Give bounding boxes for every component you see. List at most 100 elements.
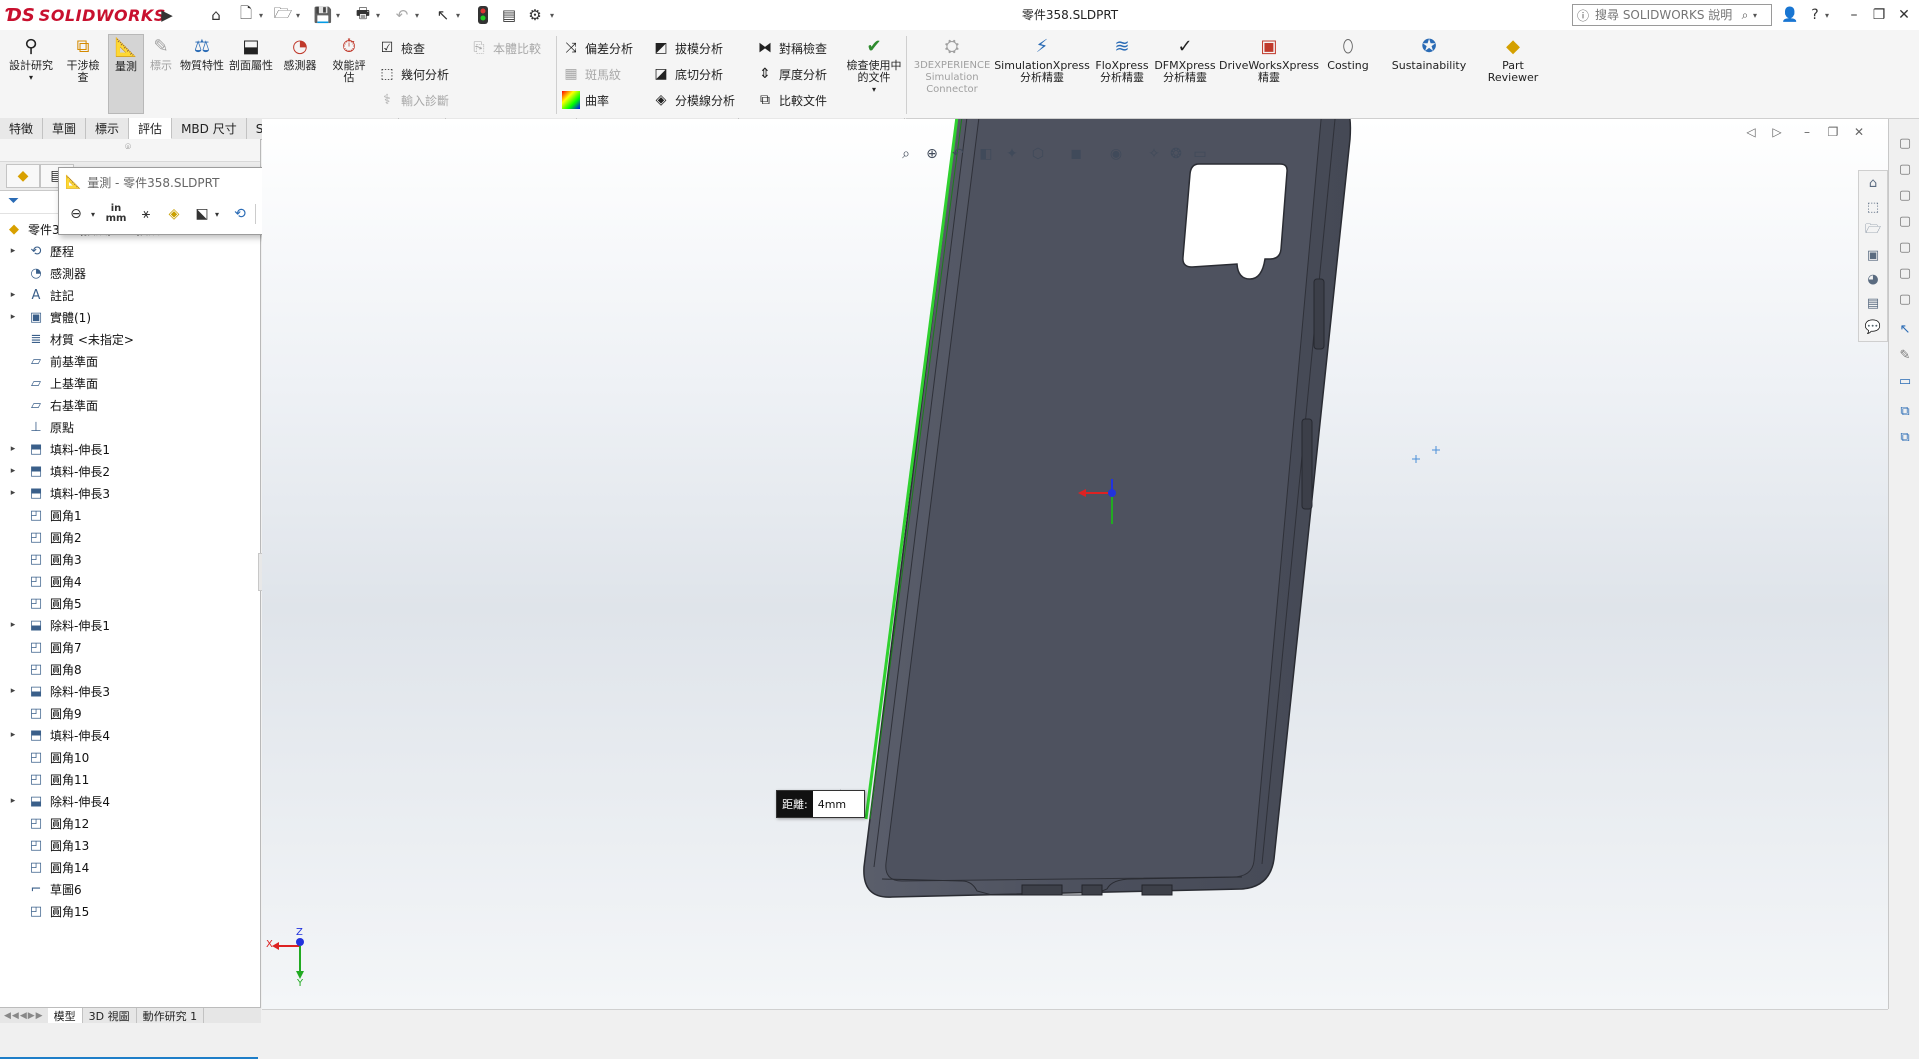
tree-item[interactable]: ◰ 圓角4 — [0, 570, 258, 592]
restore-document-icon[interactable]: ❐ — [1822, 123, 1844, 141]
new-document-icon[interactable]: 🗋 — [235, 4, 257, 25]
solidworks-logo[interactable]: ƊS SOLIDWORKS — [6, 2, 165, 28]
tp-sketch-icon[interactable]: ✎ — [1894, 345, 1916, 365]
tree-item[interactable]: ◰ 圓角2 — [0, 526, 258, 548]
import-diagnostics-button[interactable]: ⚕ 輸入診斷 — [378, 88, 449, 112]
tree-item[interactable]: ◰ 圓角12 — [0, 812, 258, 834]
compare-documents-button[interactable]: ⧉ 比較文件 — [756, 88, 827, 112]
tree-item[interactable]: ▸ ⬒ 填料-伸長1 — [0, 438, 258, 460]
tp-icon-3-icon[interactable]: ▢ — [1894, 185, 1916, 205]
curvature-button[interactable]: 曲率 — [562, 88, 609, 112]
expand-arrow-icon[interactable]: ▸ — [7, 312, 19, 322]
prev-window-icon[interactable]: ◁ — [1740, 123, 1762, 141]
options-gear-icon[interactable]: ⚙ — [524, 5, 546, 25]
tree-item[interactable]: ▸ ⬒ 填料-伸長2 — [0, 460, 258, 482]
bottom-tab-0[interactable]: 模型 — [47, 1008, 83, 1023]
view-orientation-icon[interactable]: ⬡ — [1026, 143, 1050, 165]
show-xyz-measurements-icon[interactable]: ⚹ — [133, 202, 159, 226]
view-palette-icon[interactable]: ▣ — [1862, 245, 1884, 265]
chevron-down-icon[interactable]: ▾ — [376, 8, 384, 22]
tree-item[interactable]: ◰ 圓角8 — [0, 658, 258, 680]
feature-manager-tab-icon[interactable]: ◆ — [6, 164, 40, 188]
tree-item[interactable]: ◔ 感測器 — [0, 262, 258, 284]
tree-item[interactable]: ▸ ⬒ 填料-伸長3 — [0, 482, 258, 504]
tree-item[interactable]: ▱ 上基準面 — [0, 372, 258, 394]
tree-item[interactable]: ▸ ⬒ 填料-伸長4 — [0, 724, 258, 746]
tab-1[interactable]: 草圖 — [43, 118, 87, 139]
tab-scroll-arrows-icon[interactable]: ◀◀◀▶▶ — [0, 1011, 48, 1021]
model-canvas[interactable] — [262, 119, 1888, 1009]
tree-item[interactable]: ▸ ⬓ 除料-伸長1 — [0, 614, 258, 636]
previous-view-icon[interactable]: ↶ — [946, 143, 970, 165]
expand-arrow-icon[interactable]: ▸ — [7, 488, 19, 498]
apply-scene-icon[interactable]: ❂ — [1164, 143, 1188, 165]
check-button[interactable]: ☑ 檢查 — [378, 36, 425, 60]
units-precision-button[interactable]: in mm — [103, 202, 129, 226]
file-properties-icon[interactable]: ▤ — [498, 5, 520, 25]
tree-item[interactable]: ◰ 圓角13 — [0, 834, 258, 856]
tree-item[interactable]: ◰ 圓角3 — [0, 548, 258, 570]
tree-item[interactable]: ◰ 圓角9 — [0, 702, 258, 724]
sustainability-button[interactable]: ✪ Sustainability — [1390, 34, 1468, 72]
deviation-analysis-button[interactable]: ⤨ 偏差分析 — [562, 36, 633, 60]
mass-properties-button[interactable]: ⚖ 物質特性 — [180, 34, 224, 72]
thickness-analysis-button[interactable]: ⇕ 厚度分析 — [756, 62, 827, 86]
menu-expand-icon[interactable]: ▶ — [156, 5, 178, 25]
undo-icon[interactable]: ↶ — [391, 5, 413, 25]
next-window-icon[interactable]: ▷ — [1766, 123, 1788, 141]
expand-arrow-icon[interactable]: ▸ — [7, 686, 19, 696]
check-active-document-button[interactable]: ✔ 檢查使用中的文件 ▾ — [846, 34, 902, 96]
horizontal-scrollbar[interactable] — [262, 1009, 1888, 1023]
point-to-point-icon[interactable]: ◈ — [161, 202, 187, 226]
chevron-down-icon[interactable]: ▾ — [259, 8, 267, 22]
design-library-icon[interactable]: ⬚ — [1862, 197, 1884, 217]
chevron-down-icon[interactable]: ▾ — [1753, 11, 1765, 20]
solidworks-resources-home-icon[interactable]: ⌂ — [1862, 173, 1884, 193]
undercut-analysis-button[interactable]: ◪ 底切分析 — [652, 62, 723, 86]
chevron-down-icon[interactable]: ▾ — [456, 8, 464, 22]
tree-item[interactable]: ▱ 前基準面 — [0, 350, 258, 372]
tree-item[interactable]: ◰ 圓角5 — [0, 592, 258, 614]
chevron-down-icon[interactable]: ▾ — [336, 8, 344, 22]
tp-paste-icon[interactable]: ⧉ — [1894, 427, 1916, 447]
tab-2[interactable]: 標示 — [86, 118, 130, 139]
tp-icon-6-icon[interactable]: ▢ — [1894, 263, 1916, 283]
bottom-tab-1[interactable]: 3D 視圖 — [83, 1008, 137, 1023]
sensor-button[interactable]: ◔ 感測器 — [278, 34, 322, 72]
zebra-stripes-button[interactable]: ▦ 斑馬紋 — [562, 62, 621, 86]
section-properties-button[interactable]: ⬓ 剖面屬性 — [228, 34, 274, 72]
tree-item[interactable]: ≣ 材質 <未指定> — [0, 328, 258, 350]
search-icon[interactable]: ⌕ — [1737, 8, 1753, 23]
chevron-down-icon[interactable]: ▾ — [1825, 8, 1833, 22]
home-icon[interactable]: ⌂ — [205, 5, 227, 25]
zoom-to-area-icon[interactable]: ⊕ — [920, 143, 944, 165]
distance-callout[interactable]: 距離: 4mm — [776, 790, 866, 818]
tree-item[interactable]: ▱ 右基準面 — [0, 394, 258, 416]
expand-arrow-icon[interactable]: ▸ — [7, 444, 19, 454]
chevron-down-icon[interactable]: ▾ — [550, 8, 558, 22]
rebuild-traffic-light-icon[interactable] — [472, 5, 494, 25]
tp-icon-4-icon[interactable]: ▢ — [1894, 211, 1916, 231]
help-search-box[interactable]: ⓘ ⌕ ▾ — [1572, 4, 1772, 26]
tp-icon-5-icon[interactable]: ▢ — [1894, 237, 1916, 257]
markup-button[interactable]: ✎ 標示 — [146, 34, 176, 72]
tp-copy-icon[interactable]: ⧉ — [1894, 401, 1916, 421]
performance-evaluation-button[interactable]: ⏱ 效能評估 — [328, 34, 370, 84]
expand-arrow-icon[interactable]: ▸ — [7, 290, 19, 300]
display-style-icon[interactable]: ◼ — [1064, 143, 1088, 165]
parting-line-analysis-button[interactable]: ◈ 分模線分析 — [652, 88, 735, 112]
edit-appearance-icon[interactable]: ✧ — [1142, 143, 1166, 165]
body-compare-button[interactable]: ⎘ 本體比較 — [470, 36, 541, 60]
tree-item[interactable]: ◰ 圓角7 — [0, 636, 258, 658]
filter-icon[interactable]: ⏷ — [8, 193, 19, 209]
hide-show-items-icon[interactable]: ◉ — [1104, 143, 1128, 165]
tree-item[interactable]: ▸ ▣ 實體(1) — [0, 306, 258, 328]
tab-0[interactable]: 特徵 — [0, 118, 44, 139]
close-document-icon[interactable]: ✕ — [1848, 123, 1870, 141]
arc-circle-measure-icon[interactable]: ⊖ — [63, 202, 89, 226]
tree-item[interactable]: ◰ 圓角15 — [0, 900, 258, 922]
help-question-icon[interactable]: ? — [1803, 3, 1827, 27]
expand-arrow-icon[interactable]: ▸ — [7, 246, 19, 256]
help-search-input[interactable] — [1593, 7, 1737, 23]
tree-item[interactable]: ⌐ 草圖6 — [0, 878, 258, 900]
